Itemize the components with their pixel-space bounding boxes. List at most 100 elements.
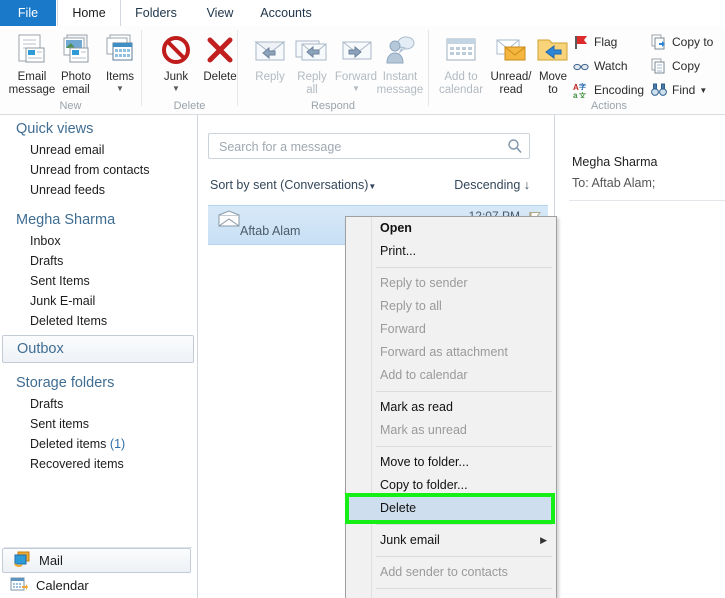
ribbon-group-new: Email message Photo email Items ▼ New	[0, 26, 141, 114]
sidebar-item-junk-email[interactable]: Junk E-mail	[0, 291, 197, 311]
sidebar-item-storage-deleted-items-label: Deleted items	[30, 437, 107, 451]
watch-label: Watch	[594, 59, 628, 73]
sidebar-item-unread-from-contacts[interactable]: Unread from contacts	[0, 160, 197, 180]
ribbon-group-delete-label: Delete	[173, 100, 206, 112]
sidebar-item-inbox[interactable]: Inbox	[0, 231, 197, 251]
context-menu-item-forward: Forward	[380, 322, 426, 336]
context-menu-item-add-sender-to-contacts: Add sender to contacts	[380, 565, 508, 579]
reading-pane-to: To: Aftab Alam;	[572, 176, 656, 190]
copy-icon	[650, 57, 668, 75]
sidebar: Quick views Unread email Unread from con…	[0, 115, 198, 598]
context-menu-item-add-to-calendar: Add to calendar	[380, 368, 468, 382]
arrow-down-icon: ↓	[523, 178, 530, 192]
context-menu-separator-2	[376, 391, 552, 392]
find-label: Find	[672, 83, 696, 97]
ribbon-group-respond: Reply Reply all Forward ▼ Instant messag…	[238, 26, 428, 114]
copy-button[interactable]: Copy	[650, 55, 700, 77]
search-box[interactable]	[208, 133, 530, 160]
context-menu-item-junk-email-label: Junk email	[380, 533, 440, 547]
tab-accounts[interactable]: Accounts	[249, 0, 323, 26]
tab-home[interactable]: Home	[57, 0, 121, 27]
reading-pane: Megha Sharma To: Aftab Alam;	[555, 115, 725, 598]
flag-button[interactable]: Flag	[572, 31, 617, 53]
search-icon[interactable]	[507, 138, 523, 154]
context-menu-item-move-to-folder[interactable]: Move to folder...	[346, 451, 556, 474]
tab-view[interactable]: View	[193, 0, 247, 26]
sidebar-item-storage-recovered-items[interactable]: Recovered items	[0, 454, 197, 474]
find-button[interactable]: Find ▼	[650, 79, 707, 101]
submenu-arrow-icon: ▶	[540, 535, 547, 545]
context-menu-item-print[interactable]: Print...	[346, 240, 556, 263]
junk-chevron-down-icon[interactable]: ▼	[146, 85, 206, 93]
tab-folders[interactable]: Folders	[121, 0, 191, 26]
sidebar-item-outbox[interactable]: Outbox	[2, 335, 194, 363]
flag-icon	[572, 33, 590, 51]
move-to-button[interactable]: Move to	[529, 29, 577, 97]
sidebar-item-unread-feeds[interactable]: Unread feeds	[0, 180, 197, 200]
sort-direction-label: Descending	[454, 178, 521, 192]
sidebar-heading-account: Megha Sharma	[16, 212, 116, 228]
context-menu-separator-5	[376, 556, 552, 557]
nav-switcher: Mail Calendar	[0, 541, 196, 598]
find-chevron-down-icon[interactable]: ▼	[699, 86, 707, 95]
sort-by-button[interactable]: Sort by sent (Conversations)▼	[210, 178, 376, 192]
encoding-label: Encoding	[594, 83, 645, 97]
sidebar-item-storage-sent-items[interactable]: Sent items	[0, 414, 197, 434]
ribbon-group-respond-label: Respond	[310, 100, 356, 112]
svg-text:字: 字	[579, 82, 586, 91]
instant-message-label-2: message	[376, 84, 424, 96]
sidebar-heading-storage-folders: Storage folders	[16, 375, 115, 391]
tab-file[interactable]: File	[0, 0, 56, 26]
encoding-icon: A 字 a 文	[572, 81, 590, 99]
context-menu-item-copy-to-folder[interactable]: Copy to folder...	[346, 474, 556, 497]
nav-item-calendar[interactable]: Calendar	[0, 573, 196, 598]
copy-to-icon	[650, 33, 668, 51]
ribbon: Email message Photo email Items ▼ New Ju…	[0, 26, 725, 115]
context-menu-item-reply-to-sender: Reply to sender	[380, 276, 468, 290]
find-binoculars-icon	[650, 81, 668, 99]
context-menu-separator-3	[376, 446, 552, 447]
move-to-label-1: Move	[538, 71, 568, 83]
context-menu-item-delete-wrapper: Delete	[345, 493, 556, 524]
flag-label: Flag	[594, 35, 618, 49]
sidebar-item-storage-drafts[interactable]: Drafts	[0, 394, 197, 414]
context-menu-separator-1	[376, 267, 552, 268]
context-menu-item-open[interactable]: Open	[346, 217, 556, 240]
copy-to-button[interactable]: Copy to	[650, 31, 713, 53]
move-to-label-2: to	[548, 84, 558, 96]
sort-direction-button[interactable]: Descending ↓	[454, 178, 530, 192]
context-menu-item-reply-to-all: Reply to all	[380, 299, 442, 313]
instant-message-button[interactable]: Instant message	[370, 29, 430, 97]
nav-item-mail[interactable]: Mail	[2, 548, 191, 573]
encoding-button[interactable]: A 字 a 文 Encoding	[572, 79, 644, 101]
context-menu-item-junk-email[interactable]: Junk email ▶	[346, 529, 556, 552]
sidebar-item-drafts[interactable]: Drafts	[0, 251, 197, 271]
sidebar-item-storage-deleted-items-count: (1)	[109, 437, 126, 451]
sidebar-item-unread-email[interactable]: Unread email	[0, 140, 197, 160]
sidebar-item-storage-deleted-items[interactable]: Deleted items (1)	[0, 434, 197, 454]
move-to-icon	[529, 29, 577, 71]
envelope-icon	[218, 210, 240, 230]
search-input[interactable]	[217, 134, 506, 160]
context-menu-item-properties[interactable]: Properties	[346, 593, 556, 598]
instant-message-label-1: Instant	[382, 71, 418, 83]
sidebar-item-deleted-items[interactable]: Deleted Items	[0, 311, 197, 331]
ribbon-group-delete: Junk ▼ Delete Delete	[142, 26, 237, 114]
sort-chevron-down-icon[interactable]: ▼	[368, 182, 376, 191]
context-menu-item-delete[interactable]: Delete	[348, 497, 554, 520]
watch-glasses-icon	[572, 57, 590, 75]
windows-live-mail-window: File Home Folders View Accounts Email me…	[0, 0, 725, 598]
copy-label: Copy	[672, 59, 701, 73]
ribbon-tabstrip: File Home Folders View Accounts	[0, 0, 725, 27]
context-menu-separator-6	[376, 588, 552, 589]
sidebar-heading-quick-views: Quick views	[16, 121, 94, 137]
watch-button[interactable]: Watch	[572, 55, 628, 77]
context-menu-item-mark-as-read[interactable]: Mark as read	[346, 396, 556, 419]
mail-icon	[13, 551, 31, 570]
sidebar-item-sent-items[interactable]: Sent Items	[0, 271, 197, 291]
ribbon-group-new-label: New	[59, 100, 82, 112]
nav-item-calendar-label: Calendar	[36, 578, 89, 593]
message-sender: Aftab Alam	[240, 224, 301, 238]
instant-message-icon	[370, 29, 430, 71]
context-menu-item-forward-as-attachment: Forward as attachment	[380, 345, 508, 359]
